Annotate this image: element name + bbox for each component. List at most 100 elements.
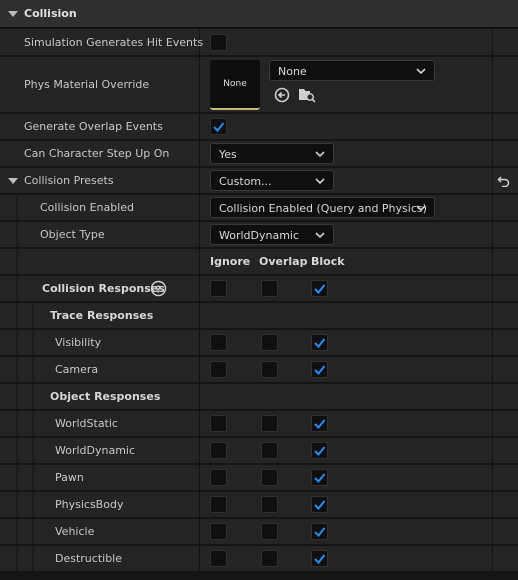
chevron-down-icon bbox=[315, 178, 325, 184]
block-checkbox[interactable] bbox=[311, 469, 328, 486]
overlap-row: Generate Overlap Events bbox=[0, 114, 518, 140]
step-up-value: Yes bbox=[219, 148, 237, 161]
browse-icon[interactable] bbox=[298, 87, 316, 103]
object-responses-label: Object Responses bbox=[50, 390, 161, 403]
checkmark-icon bbox=[213, 122, 225, 132]
ignore-checkbox[interactable] bbox=[210, 550, 227, 567]
step-up-dropdown[interactable]: Yes bbox=[210, 143, 334, 164]
ignore-checkbox[interactable] bbox=[210, 415, 227, 432]
collapse-arrow-icon[interactable] bbox=[8, 11, 18, 17]
section-title: Collision bbox=[24, 7, 77, 20]
expand-arrow-icon[interactable] bbox=[8, 178, 18, 184]
sim-hit-checkbox[interactable] bbox=[210, 34, 227, 51]
response-row-visibility: Visibility bbox=[0, 330, 518, 356]
block-checkbox[interactable] bbox=[311, 415, 328, 432]
ignore-checkbox[interactable] bbox=[210, 496, 227, 513]
overlap-checkbox[interactable] bbox=[261, 496, 278, 513]
object-type-label: Object Type bbox=[40, 228, 105, 241]
response-label: Destructible bbox=[55, 552, 122, 565]
ignore-checkbox[interactable] bbox=[210, 469, 227, 486]
checkmark-icon bbox=[314, 500, 326, 510]
block-checkbox[interactable] bbox=[311, 442, 328, 459]
block-checkbox[interactable] bbox=[311, 334, 328, 351]
overlap-checkbox[interactable] bbox=[261, 550, 278, 567]
ignore-checkbox[interactable] bbox=[210, 334, 227, 351]
overlap-checkbox[interactable] bbox=[261, 280, 278, 297]
reset-arrow-icon[interactable] bbox=[497, 175, 510, 187]
overlap-column-header: Overlap bbox=[259, 255, 308, 268]
phys-material-dropdown[interactable]: None bbox=[269, 60, 435, 81]
collision-enabled-label: Collision Enabled bbox=[40, 201, 135, 214]
response-row-pawn: Pawn bbox=[0, 465, 518, 491]
checkmark-icon bbox=[314, 446, 326, 456]
collision-section-header[interactable]: Collision bbox=[0, 0, 518, 28]
sim-hit-row: Simulation Generates Hit Events bbox=[0, 29, 518, 56]
block-checkbox[interactable] bbox=[311, 523, 328, 540]
presets-label: Collision Presets bbox=[24, 174, 114, 187]
presets-dropdown[interactable]: Custom... bbox=[210, 170, 334, 191]
object-type-dropdown[interactable]: WorldDynamic bbox=[210, 224, 334, 245]
response-label: WorldStatic bbox=[55, 417, 118, 430]
block-checkbox[interactable] bbox=[311, 496, 328, 513]
overlap-checkbox[interactable] bbox=[261, 523, 278, 540]
help-icon[interactable]: ? bbox=[150, 280, 167, 297]
chevron-down-icon bbox=[416, 205, 426, 211]
trace-responses-label: Trace Responses bbox=[50, 309, 154, 322]
chevron-down-icon bbox=[416, 68, 426, 74]
presets-children: Collision Enabled Collision Enabled (Que… bbox=[0, 195, 518, 580]
ignore-column-header: Ignore bbox=[210, 255, 251, 268]
response-label: PhysicsBody bbox=[55, 498, 124, 511]
collision-responses-label: Collision Responses bbox=[42, 282, 165, 295]
response-row-destructible: Destructible bbox=[0, 546, 518, 572]
block-checkbox[interactable] bbox=[311, 280, 328, 297]
block-checkbox[interactable] bbox=[311, 361, 328, 378]
response-row-camera: Camera bbox=[0, 357, 518, 383]
response-columns-row: Ignore Overlap Block bbox=[0, 249, 518, 275]
overlap-checkbox[interactable] bbox=[261, 469, 278, 486]
phys-material-row: Phys Material Override None None bbox=[0, 57, 518, 113]
checkmark-icon bbox=[314, 554, 326, 564]
chevron-down-icon bbox=[315, 151, 325, 157]
svg-text:?: ? bbox=[156, 285, 162, 296]
response-row-worldstatic: WorldStatic bbox=[0, 411, 518, 437]
use-selected-icon[interactable] bbox=[274, 87, 290, 103]
checkmark-icon bbox=[314, 527, 326, 537]
object-type-value: WorldDynamic bbox=[219, 229, 300, 242]
overlap-checkbox[interactable] bbox=[261, 415, 278, 432]
overlap-checkbox[interactable] bbox=[261, 334, 278, 351]
trace-responses-row: Trace Responses bbox=[0, 303, 518, 329]
ignore-checkbox[interactable] bbox=[210, 442, 227, 459]
block-column-header: Block bbox=[311, 255, 345, 268]
object-type-row: Object Type WorldDynamic bbox=[0, 222, 518, 248]
checkmark-icon bbox=[314, 473, 326, 483]
response-label: WorldDynamic bbox=[55, 444, 136, 457]
overlap-checkbox[interactable] bbox=[261, 361, 278, 378]
phys-material-value: None bbox=[278, 65, 307, 78]
response-row-vehicle: Vehicle bbox=[0, 519, 518, 545]
response-row-worlddynamic: WorldDynamic bbox=[0, 438, 518, 464]
step-up-row: Can Character Step Up On Yes bbox=[0, 141, 518, 167]
collision-enabled-row: Collision Enabled Collision Enabled (Que… bbox=[0, 195, 518, 221]
overlap-label: Generate Overlap Events bbox=[24, 120, 163, 133]
ignore-checkbox[interactable] bbox=[210, 280, 227, 297]
response-label: Pawn bbox=[55, 471, 84, 484]
checkmark-icon bbox=[314, 419, 326, 429]
response-label: Visibility bbox=[55, 336, 102, 349]
chevron-down-icon bbox=[315, 232, 325, 238]
response-row-physicsbody: PhysicsBody bbox=[0, 492, 518, 518]
collision-enabled-dropdown[interactable]: Collision Enabled (Query and Physics) bbox=[210, 197, 435, 218]
object-responses-row: Object Responses bbox=[0, 384, 518, 410]
overlap-checkbox[interactable] bbox=[210, 118, 227, 135]
overlap-checkbox[interactable] bbox=[261, 442, 278, 459]
step-up-label: Can Character Step Up On bbox=[24, 147, 170, 160]
ignore-checkbox[interactable] bbox=[210, 361, 227, 378]
collision-responses-row: Collision Responses ? bbox=[0, 276, 518, 302]
sim-hit-label: Simulation Generates Hit Events bbox=[24, 36, 204, 49]
phys-material-thumbnail[interactable]: None bbox=[210, 60, 260, 110]
collision-enabled-value: Collision Enabled (Query and Physics) bbox=[219, 202, 427, 215]
ignore-checkbox[interactable] bbox=[210, 523, 227, 540]
checkmark-icon bbox=[314, 365, 326, 375]
response-label: Vehicle bbox=[55, 525, 95, 538]
phys-material-label: Phys Material Override bbox=[24, 78, 150, 91]
block-checkbox[interactable] bbox=[311, 550, 328, 567]
